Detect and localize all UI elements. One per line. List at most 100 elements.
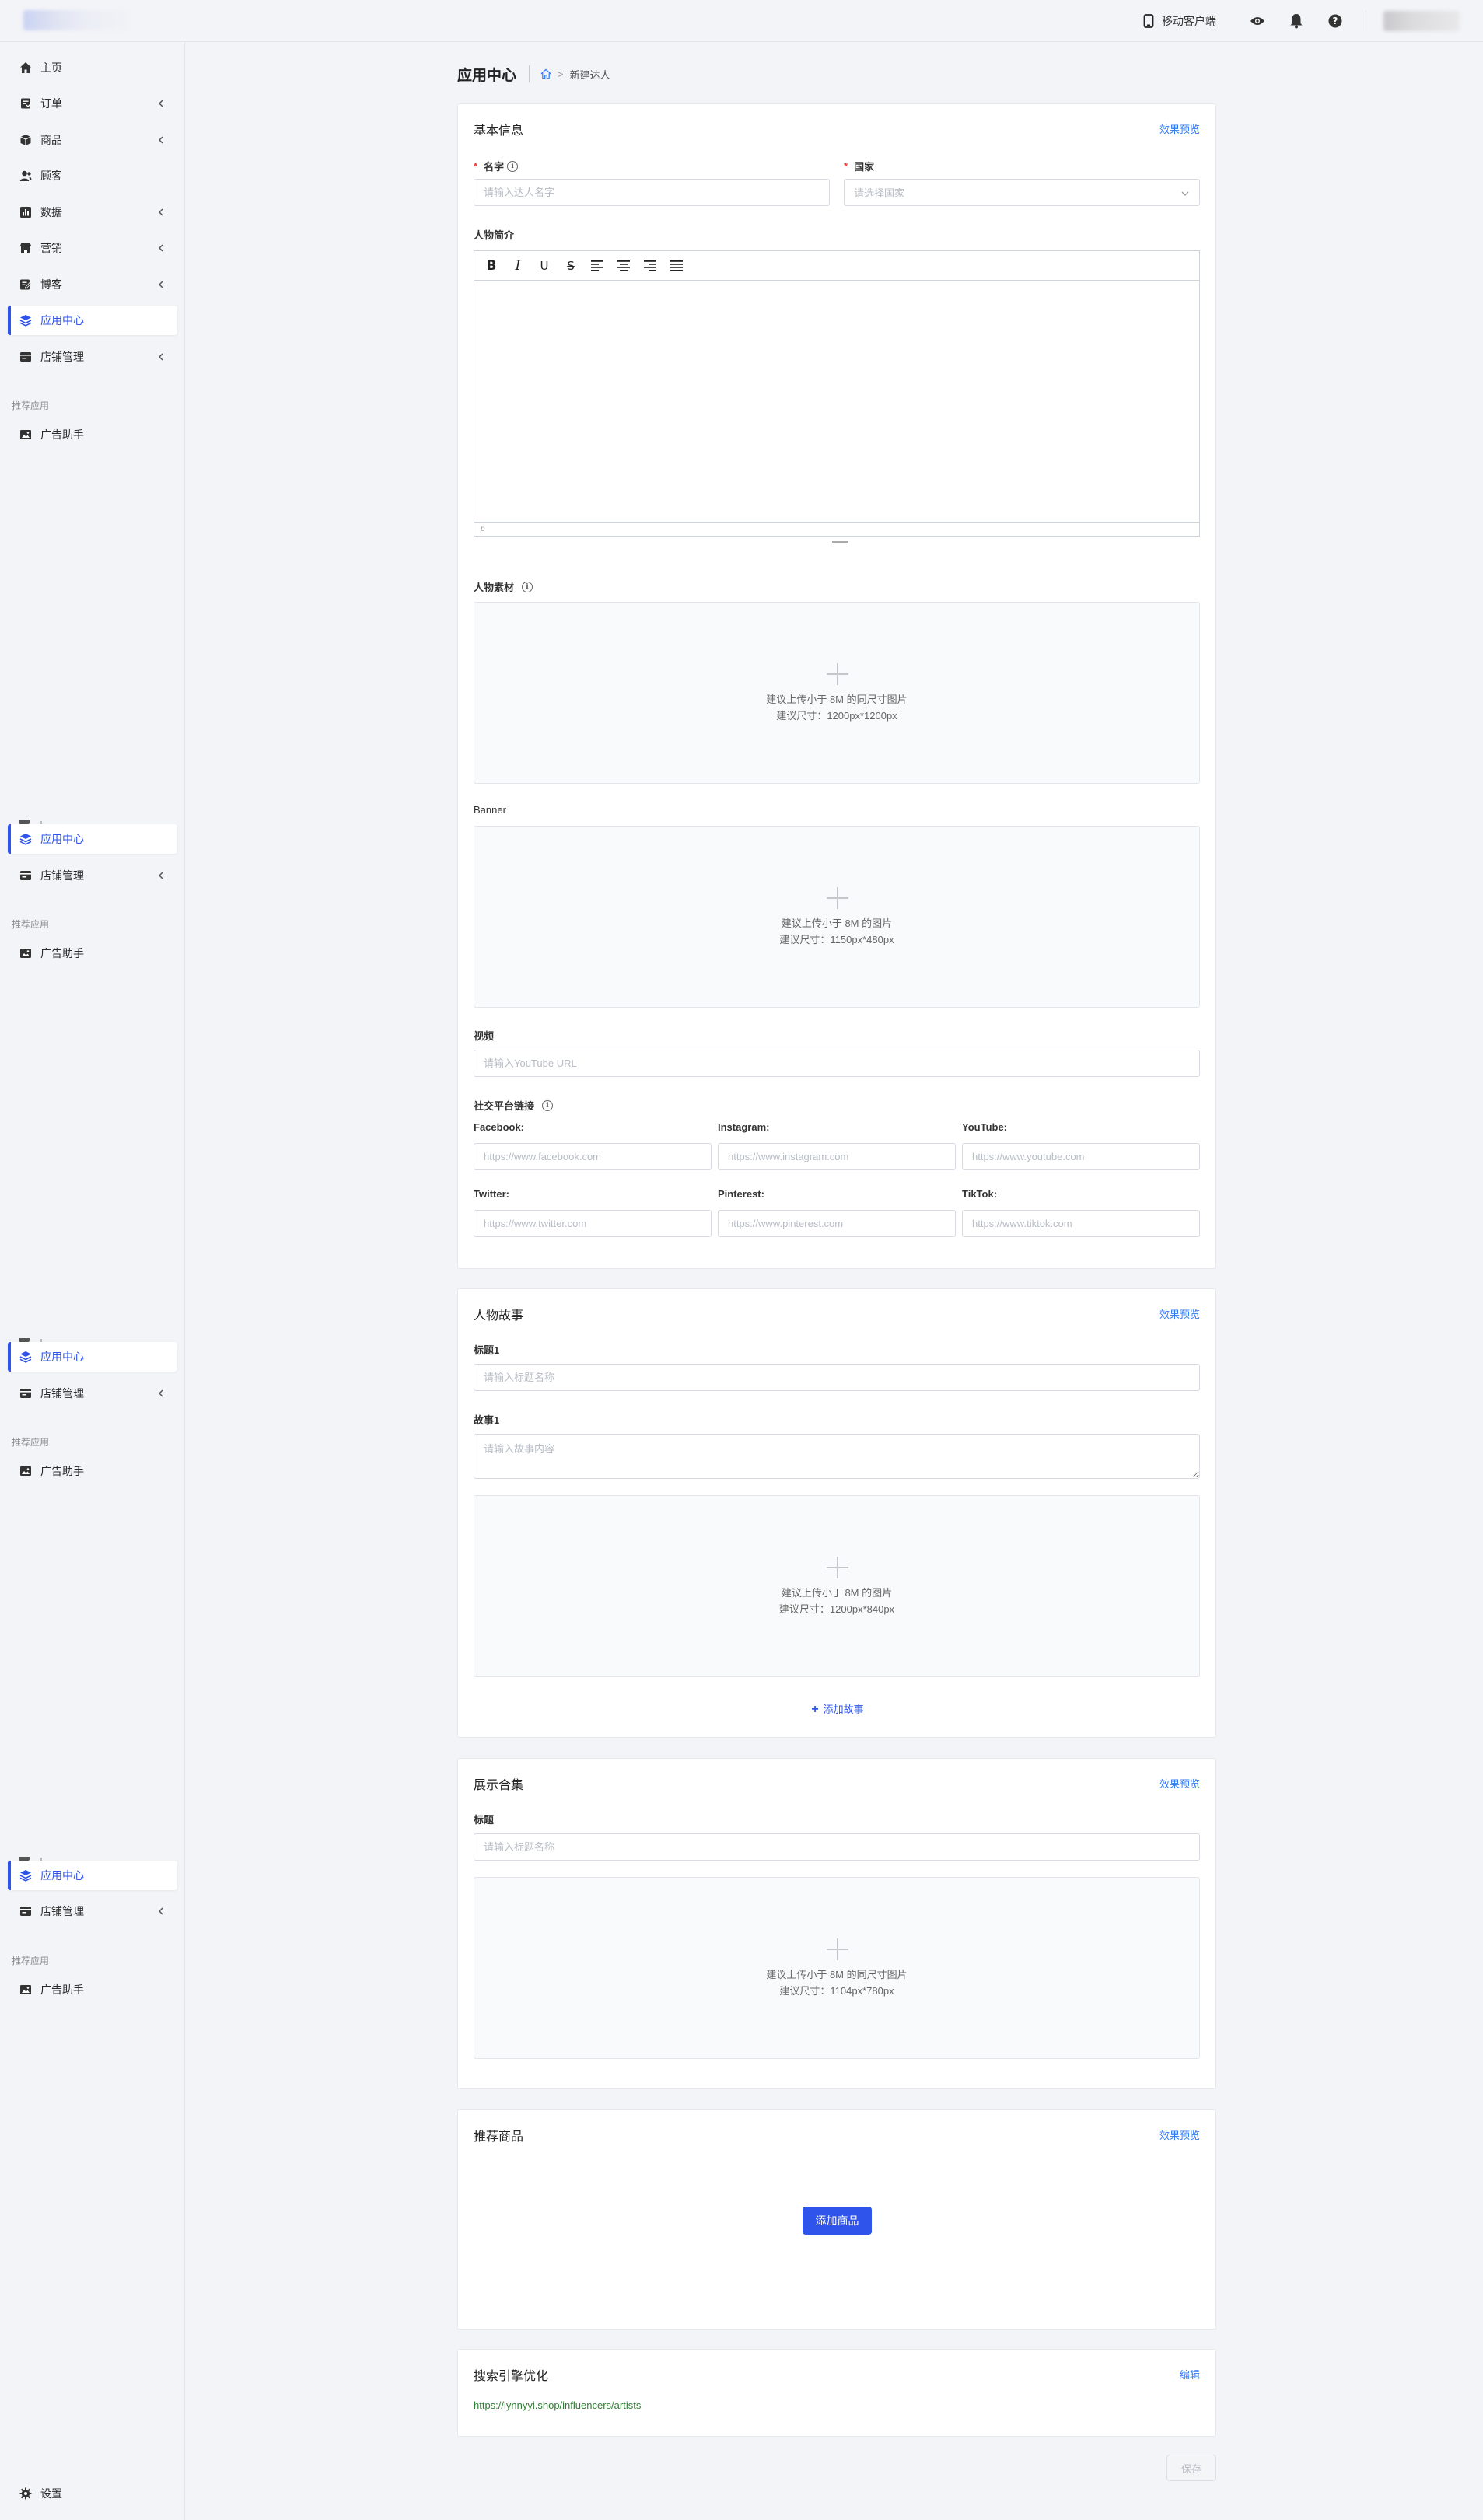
upload-hint: 建议上传小于 8M 的同尺寸图片	[766, 1969, 908, 1980]
sidebar-item-blog[interactable]: 博客	[8, 270, 177, 299]
align-right-icon	[644, 260, 656, 271]
plus-icon	[827, 887, 848, 909]
video-url-input[interactable]	[474, 1050, 1200, 1077]
story-heading-input[interactable]	[474, 1364, 1200, 1391]
sidebar-item-products[interactable]: 商品	[8, 125, 177, 155]
home-icon[interactable]	[540, 68, 551, 79]
sidebar-item-ad-assistant[interactable]: 广告助手	[8, 420, 177, 449]
country-select[interactable]: 请选择国家	[844, 179, 1200, 206]
sidebar-item-customers[interactable]: 顾客	[8, 161, 177, 190]
required-marker: *	[474, 160, 478, 172]
home-icon	[19, 61, 33, 75]
sidebar-item-marketing[interactable]: 营销	[8, 233, 177, 263]
page-title: 应用中心	[457, 67, 517, 84]
italic-button[interactable]: I	[507, 255, 529, 277]
sidebar-item-store-management[interactable]: 店铺管理	[8, 342, 177, 372]
bio-label: 人物简介	[474, 227, 514, 242]
social-links-label-text: 社交平台链接	[474, 1100, 535, 1112]
material-upload-area[interactable]: 建议上传小于 8M 的同尺寸图片 建议尺寸：1200px*1200px	[474, 602, 1200, 784]
showcase-heading-label: 标题	[474, 1814, 495, 1826]
image-icon	[19, 428, 33, 442]
upload-size-hint: 建议尺寸：1150px*480px	[779, 934, 894, 945]
sidebar-item-store-management[interactable]: 店铺管理	[8, 1896, 177, 1926]
user-account-menu[interactable]	[1383, 11, 1460, 31]
align-right-button[interactable]	[639, 255, 661, 277]
story-preview-link[interactable]: 效果预览	[1159, 1306, 1200, 1321]
name-input[interactable]	[474, 179, 830, 206]
story-content-textarea[interactable]	[474, 1434, 1200, 1479]
tiktok-input[interactable]	[962, 1210, 1200, 1237]
align-center-button[interactable]	[613, 255, 635, 277]
sidebar-item-app-center[interactable]: 应用中心	[8, 1342, 177, 1372]
preview-eye-button[interactable]	[1249, 12, 1266, 30]
required-marker: *	[844, 160, 848, 172]
align-left-button[interactable]	[586, 255, 608, 277]
sidebar-item-settings[interactable]: 设置	[8, 2479, 177, 2508]
sidebar-item-data[interactable]: 数据	[8, 197, 177, 227]
notification-button[interactable]	[1288, 12, 1305, 30]
layers-icon	[19, 832, 33, 846]
underline-button[interactable]: U	[533, 255, 555, 277]
sidebar-item-orders[interactable]: 订单	[8, 89, 177, 118]
plus-icon: +	[811, 1703, 819, 1716]
add-story-button[interactable]: + 添加故事	[458, 1701, 1217, 1717]
sidebar-item-home[interactable]: 主页	[8, 53, 177, 82]
sidebar-item-app-center[interactable]: 应用中心	[8, 306, 177, 335]
chevron-left-icon	[158, 1907, 163, 1915]
showcase-heading-input[interactable]	[474, 1833, 1200, 1861]
video-label: 视频	[474, 1028, 494, 1043]
editor-resize-handle[interactable]	[832, 541, 848, 543]
chevron-left-icon	[158, 208, 163, 216]
sidebar-item-label: 应用中心	[40, 314, 84, 327]
banner-label-text: Banner	[474, 804, 506, 816]
youtube-input[interactable]	[962, 1143, 1200, 1170]
plus-icon	[827, 663, 848, 685]
twitter-input[interactable]	[474, 1210, 712, 1237]
story-image-upload-area[interactable]: 建议上传小于 8M 的图片 建议尺寸：1200px*840px	[474, 1495, 1200, 1677]
showcase-title: 展示合集	[474, 1779, 524, 1792]
recommended-apps-title: 推荐应用	[12, 919, 50, 930]
bio-editor-content[interactable]	[474, 281, 1199, 522]
bell-icon	[1290, 14, 1303, 29]
help-button[interactable]: ?	[1327, 12, 1344, 30]
info-icon[interactable]: i	[542, 1099, 554, 1111]
save-button[interactable]: 保存	[1166, 2455, 1216, 2481]
sidebar-item-ad-assistant[interactable]: 广告助手	[8, 1456, 177, 1486]
showcase-image-upload-area[interactable]: 建议上传小于 8M 的同尺寸图片 建议尺寸：1104px*780px	[474, 1877, 1200, 2059]
sidebar-item-label: 店铺管理	[40, 351, 84, 363]
plus-icon	[827, 1938, 848, 1960]
sidebar-item-app-center[interactable]: 应用中心	[8, 824, 177, 854]
info-icon[interactable]: i	[522, 581, 533, 592]
facebook-input[interactable]	[474, 1143, 712, 1170]
sidebar-item-ad-assistant[interactable]: 广告助手	[8, 938, 177, 968]
seo-edit-link[interactable]: 编辑	[1180, 2367, 1200, 2382]
top-header: 移动客户端 ?	[0, 0, 1483, 42]
sidebar-item-label: 广告助手	[40, 1465, 84, 1477]
sidebar-item-store-management[interactable]: 店铺管理	[8, 861, 177, 890]
material-label-text: 人物素材	[474, 582, 515, 593]
showcase-card: 展示合集 效果预览 标题 建议上传小于 8M 的同尺寸图片 建议尺寸：1104p…	[457, 1758, 1216, 2089]
banner-upload-area[interactable]: 建议上传小于 8M 的图片 建议尺寸：1150px*480px	[474, 826, 1200, 1008]
sidebar-item-label: 应用中心	[40, 1869, 84, 1882]
store-logo[interactable]	[23, 10, 129, 30]
basic-info-preview-link[interactable]: 效果预览	[1159, 121, 1200, 136]
align-justify-button[interactable]	[666, 255, 687, 277]
strikethrough-button[interactable]: S	[560, 255, 582, 277]
info-icon[interactable]: i	[507, 160, 519, 172]
sidebar-item-app-center[interactable]: 应用中心	[8, 1861, 177, 1890]
add-product-button[interactable]: 添加商品	[803, 2207, 872, 2235]
sidebar-item-store-management[interactable]: 店铺管理	[8, 1379, 177, 1408]
pinterest-input[interactable]	[718, 1210, 956, 1237]
sidebar-item-ad-assistant[interactable]: 广告助手	[8, 1975, 177, 2004]
mobile-client-button[interactable]: 移动客户端	[1143, 13, 1216, 29]
name-label: * 名字 i	[474, 159, 519, 173]
basic-info-card: 基本信息 效果预览 * 名字 i * 国家 请选择国家 人物简介 B I U S	[457, 103, 1216, 1269]
products-preview-link[interactable]: 效果预览	[1159, 2127, 1200, 2142]
add-story-label: 添加故事	[823, 1704, 864, 1715]
recommended-apps-title: 推荐应用	[12, 1956, 50, 1966]
bold-button[interactable]: B	[481, 255, 502, 277]
instagram-input[interactable]	[718, 1143, 956, 1170]
facebook-label: Facebook:	[474, 1121, 525, 1133]
store-icon	[19, 350, 33, 364]
showcase-preview-link[interactable]: 效果预览	[1159, 1776, 1200, 1791]
